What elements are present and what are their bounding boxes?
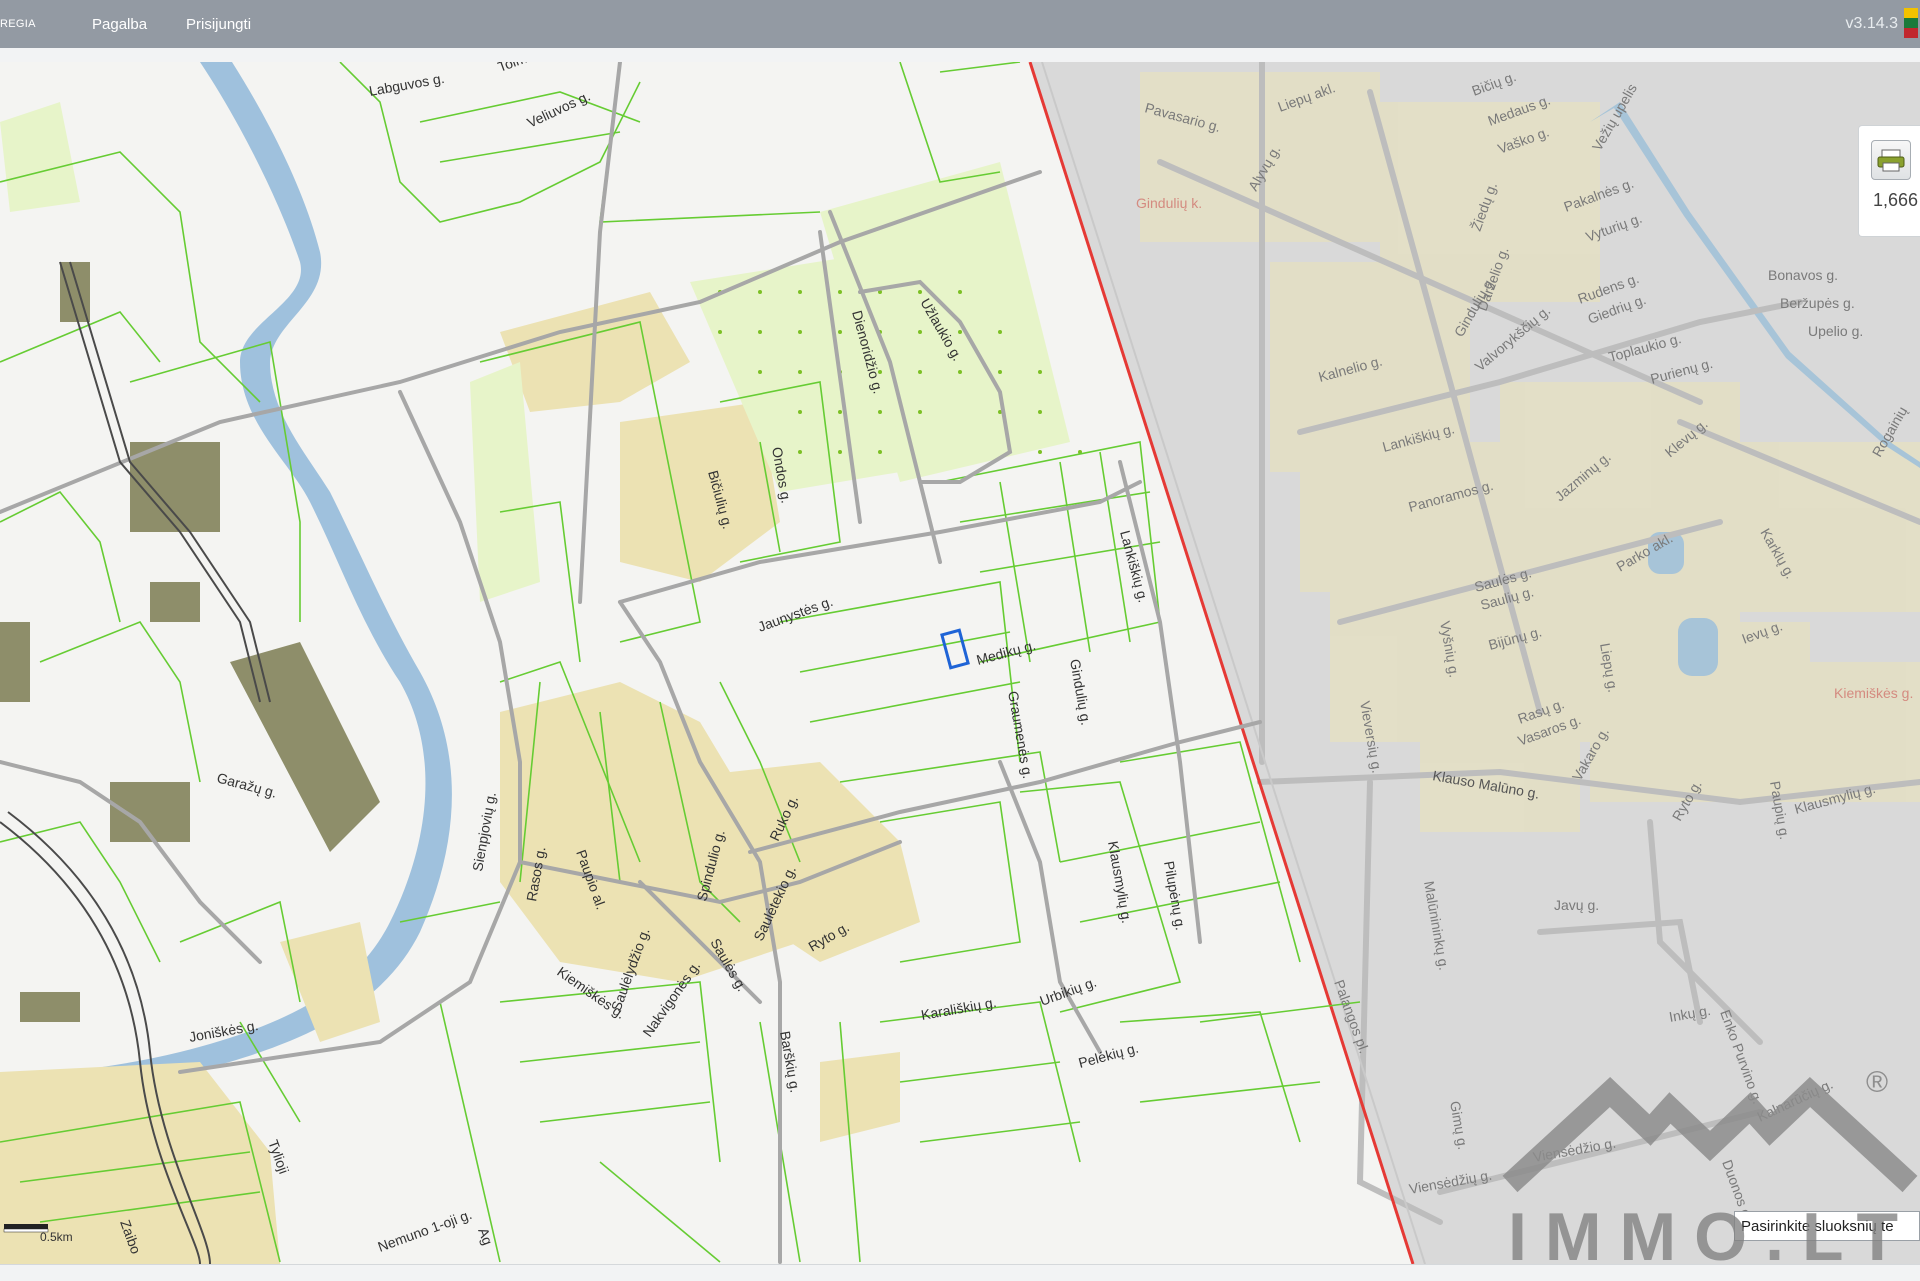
status-bar — [0, 1264, 1920, 1281]
menu-login[interactable]: Prisijungti — [186, 16, 251, 33]
menu-help[interactable]: Pagalba — [92, 16, 147, 33]
sub-toolbar — [0, 48, 1920, 63]
language-flag-icon[interactable] — [1904, 8, 1918, 38]
street-label: Javų g. — [1554, 897, 1599, 913]
street-label: Bonavos g. — [1768, 267, 1838, 283]
street-label: Upelio g. — [1808, 323, 1863, 339]
top-toolbar: REGIA Pagalba Prisijungti v3.14.3 — [0, 0, 1920, 48]
print-widget: 1,666 — [1858, 125, 1920, 237]
street-label: Gindulių k. — [1136, 195, 1202, 211]
street-label: Kiemiškės g. — [1834, 685, 1913, 701]
print-button[interactable] — [1871, 140, 1911, 180]
registered-mark: ® — [1866, 1066, 1889, 1099]
scale-label: 0.5km — [40, 1230, 73, 1244]
app-brand[interactable]: REGIA — [0, 18, 36, 30]
printer-icon — [1877, 149, 1905, 172]
app-version: v3.14.3 — [1845, 15, 1898, 32]
print-scale-value: 1,666 — [1873, 190, 1919, 210]
street-label: Beržupės g. — [1780, 295, 1855, 311]
